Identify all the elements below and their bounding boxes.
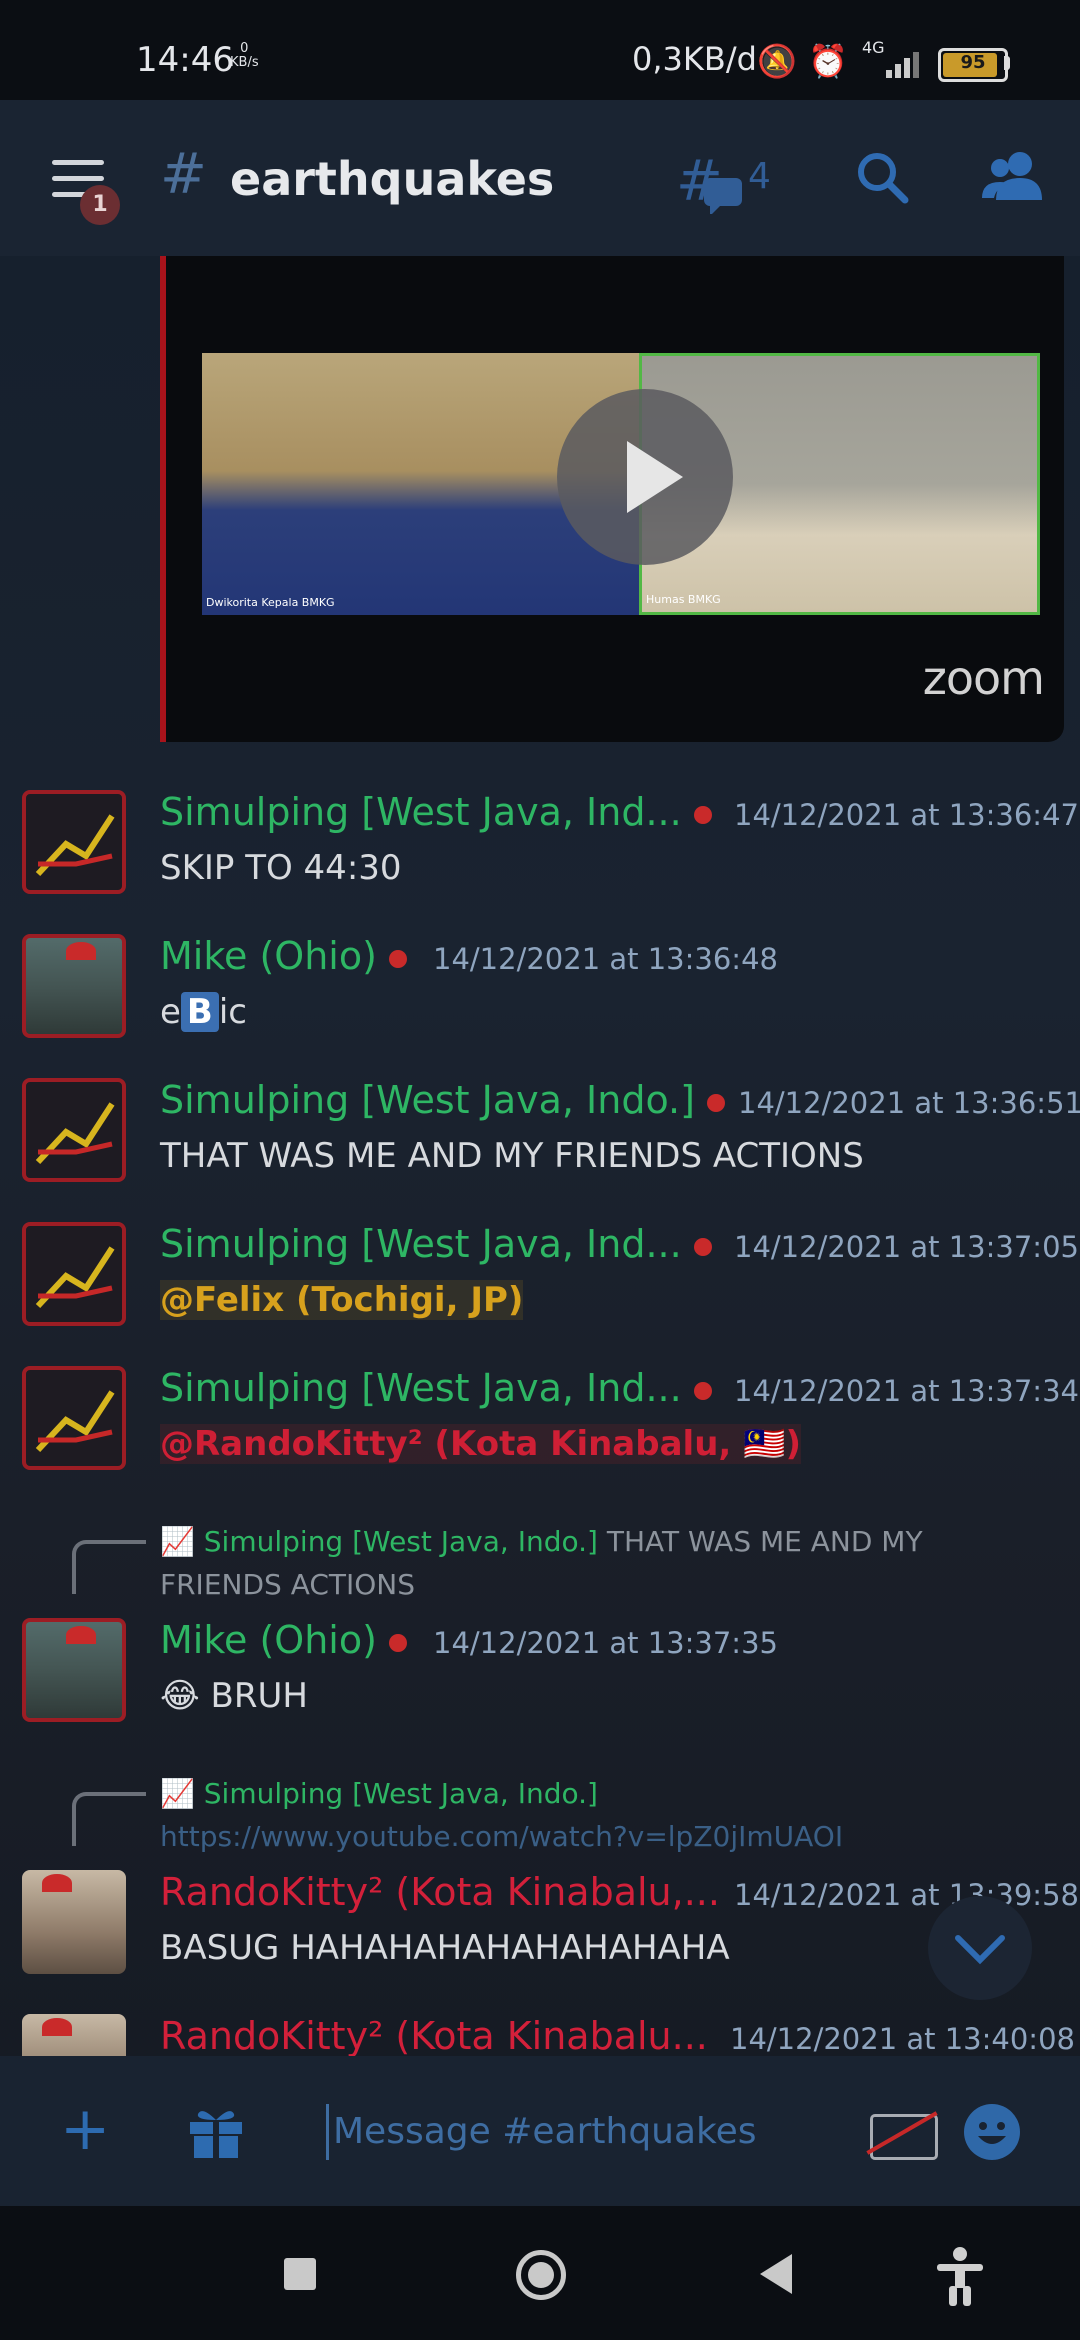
santa-hat — [66, 1626, 96, 1644]
reply-chart-icon: 📈 — [160, 1525, 195, 1558]
status-dot — [388, 949, 407, 968]
message-author[interactable]: Mike (Ohio) — [160, 1618, 407, 1662]
chevron-down-icon — [955, 1935, 1005, 1965]
santa-hat — [66, 942, 96, 960]
home-button[interactable] — [516, 2250, 566, 2300]
message-composer: + Message #earthquakes — [0, 2056, 1080, 2206]
message-timestamp: 14/12/2021 at 13:36:48 — [433, 942, 778, 976]
emoji-icon[interactable] — [964, 2104, 1020, 2160]
status-net-speed: 0,3KB/d — [632, 40, 757, 78]
threads-icon[interactable]: # — [676, 150, 746, 214]
avatar[interactable] — [22, 2014, 126, 2056]
reply-author: Simulping [West Java, Indo.] — [203, 1525, 598, 1558]
reply-connector — [72, 1792, 146, 1846]
message-input[interactable]: Message #earthquakes — [326, 2104, 853, 2160]
play-button[interactable] — [557, 389, 733, 565]
video-right-label: Humas BMKG — [646, 593, 721, 606]
mute-bell-icon: 🔕 — [757, 42, 797, 80]
reply-connector — [72, 1540, 146, 1594]
status-dot — [693, 1237, 712, 1256]
video-left-label: Dwikorita Kepala BMKG — [206, 596, 335, 609]
reply-preview[interactable]: 📈 Simulping [West Java, Indo.] https://w… — [160, 1772, 1040, 1858]
message-text: e Bic — [160, 992, 247, 1032]
status-dot — [693, 805, 712, 824]
video-thumbnail[interactable]: Dwikorita Kepala BMKG Humas BMKG — [202, 353, 1040, 615]
message-timestamp: 14/12/2021 at 13:36:47 — [734, 798, 1079, 832]
avatar[interactable] — [22, 1222, 126, 1326]
network-type: 4G — [862, 38, 885, 57]
keyboard-icon[interactable] — [870, 2114, 938, 2160]
avatar[interactable] — [22, 1078, 126, 1182]
status-dot — [706, 1093, 725, 1112]
avatar[interactable] — [22, 790, 126, 894]
add-attachment-button[interactable]: + — [60, 2094, 110, 2164]
gift-icon[interactable] — [188, 2106, 244, 2158]
santa-hat — [42, 2018, 72, 2036]
message-text: BASUG HAHAHAHAHAHAHAHAHA — [160, 1928, 730, 1968]
battery-icon: 95 — [938, 48, 1008, 82]
message-author[interactable]: RandoKitty² (Kota Kinabalu,... — [160, 1870, 720, 1914]
members-icon[interactable] — [982, 150, 1042, 202]
unread-badge: 1 — [80, 185, 120, 225]
message-text: 😂 BRUH — [160, 1676, 308, 1716]
battery-cap — [1004, 56, 1010, 70]
reply-chart-icon: 📈 — [160, 1777, 195, 1810]
chart-avatar-icon — [35, 1246, 115, 1309]
message-text: THAT WAS ME AND MY FRIENDS ACTIONS — [160, 1136, 864, 1176]
message-author[interactable]: Simulping [West Java, Indo.] — [160, 1078, 725, 1122]
message-timestamp: 14/12/2021 at 13:37:35 — [433, 1626, 778, 1660]
recents-button[interactable] — [284, 2258, 316, 2290]
reply-author: Simulping [West Java, Indo.] — [203, 1777, 598, 1810]
status-bar: 14:46 0 KB/s 0,3KB/d 🔕 ⏰ 4G 95 — [0, 0, 1080, 100]
status-dot — [693, 1381, 712, 1400]
message-timestamp: 14/12/2021 at 13:36:51 — [738, 1086, 1080, 1120]
system-nav-bar — [0, 2206, 1080, 2340]
chart-avatar-icon — [35, 814, 115, 877]
signal-icon — [886, 52, 919, 78]
channel-title: earthquakes — [230, 152, 555, 206]
status-time: 14:46 — [136, 40, 234, 80]
video-embed[interactable]: Dwikorita Kepala BMKG Humas BMKG zoom — [160, 256, 1064, 742]
message-author[interactable]: Simulping [West Java, Ind... — [160, 1222, 712, 1266]
accessibility-icon[interactable] — [935, 2246, 985, 2306]
search-icon[interactable] — [855, 150, 911, 206]
message-list[interactable]: Dwikorita Kepala BMKG Humas BMKG zoom Si… — [0, 256, 1080, 2056]
avatar[interactable] — [22, 934, 126, 1038]
message-author[interactable]: Mike (Ohio) — [160, 934, 407, 978]
message-text: SKIP TO 44:30 — [160, 848, 402, 888]
channel-header: 1 # earthquakes # 4 — [0, 100, 1080, 256]
user-mention[interactable]: @RandoKitty² (Kota Kinabalu, 🇲🇾) — [160, 1424, 802, 1464]
status-dot — [388, 1633, 407, 1652]
message-author[interactable]: Simulping [West Java, Ind... — [160, 1366, 712, 1410]
chart-avatar-icon — [35, 1102, 115, 1165]
threads-count: 4 — [748, 156, 771, 197]
avatar[interactable] — [22, 1366, 126, 1470]
message-author[interactable]: RandoKitty² (Kota Kinabalu... — [160, 2014, 708, 2056]
user-mention[interactable]: @Felix (Tochigi, JP) — [160, 1280, 524, 1320]
chart-avatar-icon — [35, 1390, 115, 1453]
message-author[interactable]: Simulping [West Java, Ind... — [160, 790, 712, 834]
avatar[interactable] — [22, 1870, 126, 1974]
message-timestamp: 14/12/2021 at 13:37:05 — [734, 1230, 1079, 1264]
zoom-logo: zoom — [922, 651, 1045, 705]
jump-to-bottom-button[interactable] — [928, 1896, 1032, 2000]
santa-hat — [42, 1874, 72, 1892]
reply-link[interactable]: https://www.youtube.com/watch?v=lpZ0jImU… — [160, 1820, 843, 1853]
avatar[interactable] — [22, 1618, 126, 1722]
reply-preview[interactable]: 📈 Simulping [West Java, Indo.] THAT WAS … — [160, 1520, 1040, 1606]
channel-hash-icon: # — [160, 142, 207, 207]
alarm-icon: ⏰ — [808, 42, 848, 80]
message-timestamp: 14/12/2021 at 13:40:08 — [730, 2022, 1075, 2056]
message-timestamp: 14/12/2021 at 13:37:34 — [734, 1374, 1079, 1408]
status-kb-indicator: 0 KB/s — [230, 41, 259, 70]
back-button[interactable] — [760, 2254, 792, 2294]
